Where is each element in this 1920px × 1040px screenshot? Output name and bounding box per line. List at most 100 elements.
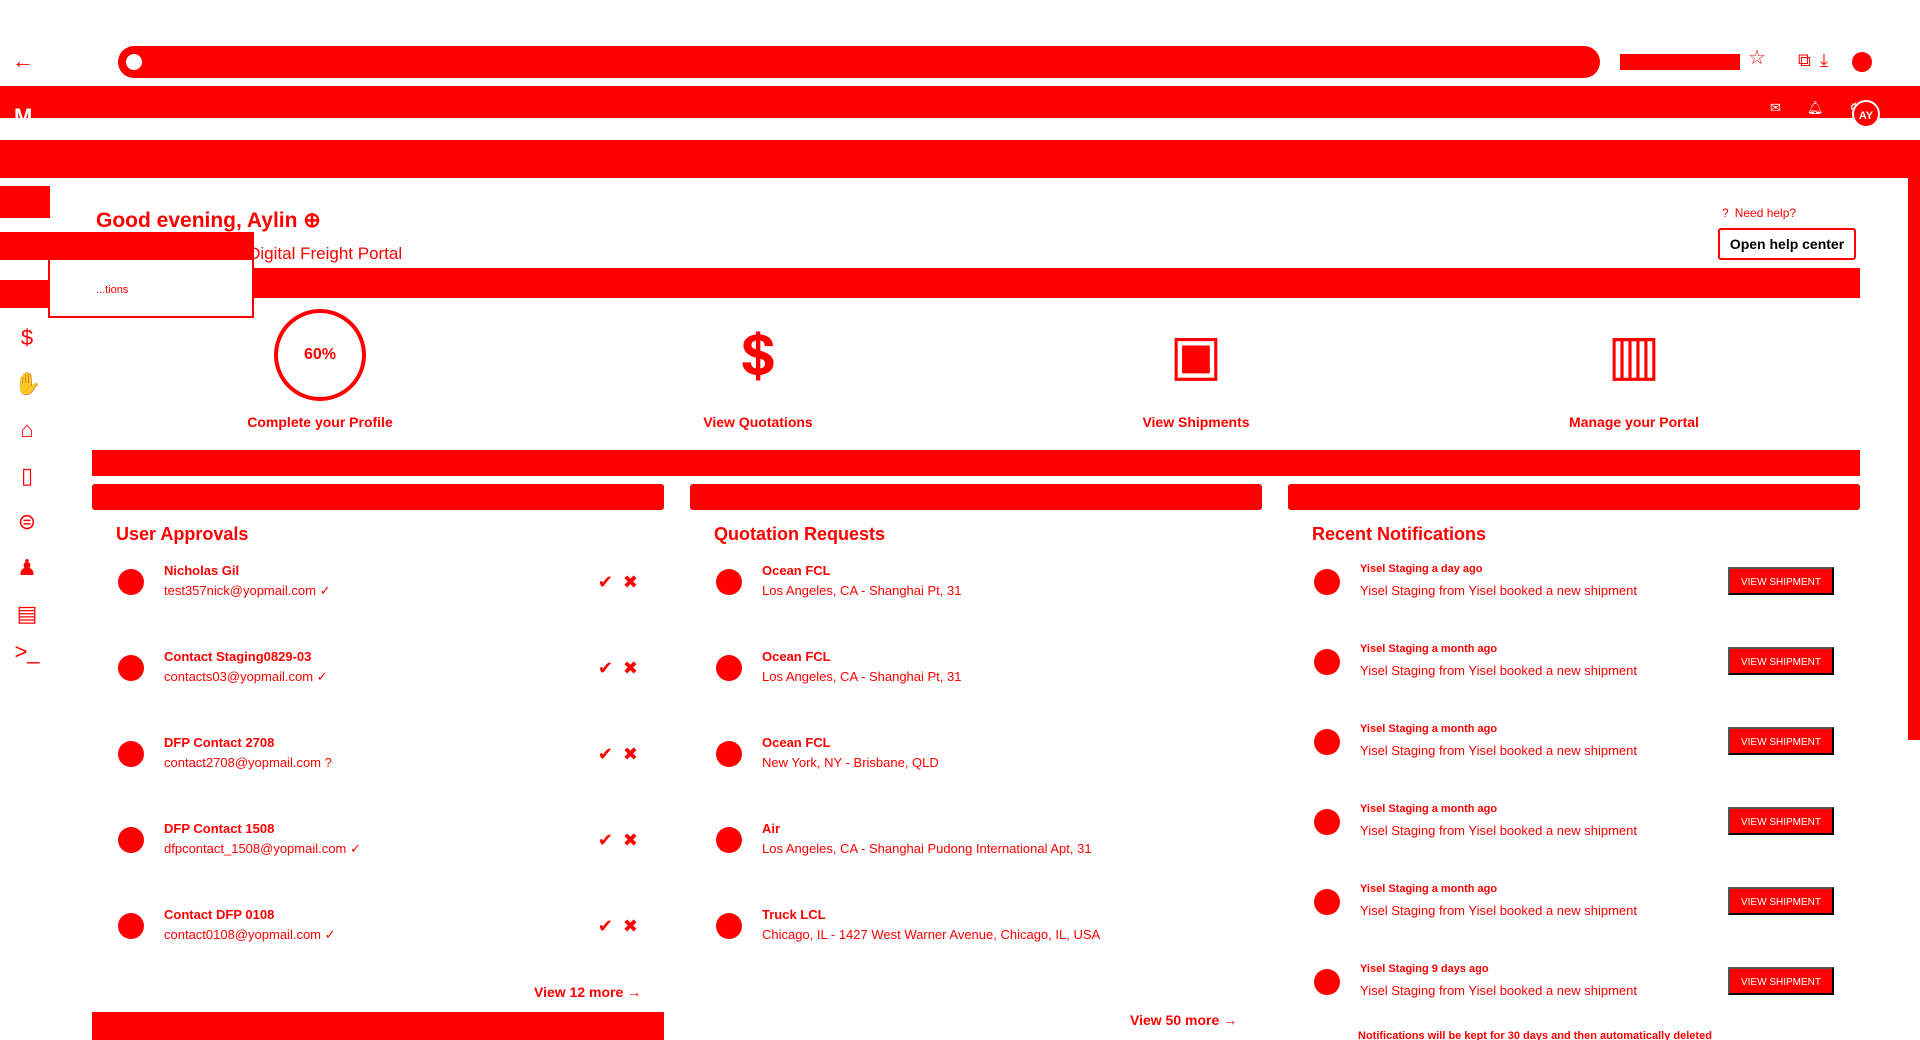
reports-icon[interactable]: ▤: [14, 602, 40, 626]
shipments-icon[interactable]: ⌂: [14, 418, 40, 442]
quote-route: Los Angeles, CA - Shanghai Pt, 31: [762, 669, 962, 684]
approve-icon[interactable]: ✔: [598, 745, 613, 763]
view-shipment-button[interactable]: VIEW SHIPMENT: [1728, 887, 1834, 915]
browser-profile-icon[interactable]: [1852, 52, 1872, 72]
page-scrollbar[interactable]: [1908, 140, 1920, 740]
notification-avatar: [1314, 649, 1340, 675]
site-info-icon[interactable]: [124, 52, 144, 72]
section-divider: [92, 450, 1860, 476]
browser-toolbar: ← ☆ ⧉ ⤓: [0, 0, 1920, 84]
app-logo[interactable]: M: [14, 104, 32, 130]
notifications-footnote: Notifications will be kept for 30 days a…: [1358, 1030, 1712, 1040]
notification-meta: Yisel Staging a month ago: [1360, 643, 1498, 655]
reject-icon[interactable]: ✖: [623, 831, 638, 849]
view-more-label: View 12 more: [534, 984, 624, 1000]
sidebar-item-home[interactable]: [0, 186, 50, 218]
avatar: [118, 827, 144, 853]
app-header: [0, 86, 1920, 118]
mode-icon: [716, 913, 742, 939]
approval-email: contact0108@yopmail.com: [164, 927, 321, 942]
quick-action-profile[interactable]: 60% Complete your Profile: [190, 309, 450, 430]
download-icon[interactable]: ⤓: [1820, 50, 1828, 71]
quick-action-label: Complete your Profile: [247, 414, 393, 430]
card-title: Recent Notifications: [1312, 524, 1487, 544]
approve-icon[interactable]: ✔: [598, 659, 613, 677]
list-item[interactable]: Air Los Angeles, CA - Shanghai Pudong Int…: [690, 817, 1262, 903]
dropdown-item[interactable]: ...tions: [96, 284, 128, 296]
bookmark-star-icon[interactable]: ☆: [1748, 48, 1766, 68]
verified-icon: ?: [324, 755, 332, 770]
view-shipment-button[interactable]: VIEW SHIPMENT: [1728, 967, 1834, 995]
back-arrow-icon[interactable]: ←: [12, 50, 34, 72]
avatar: [118, 569, 144, 595]
notification-item: Yisel Staging a month ago Yisel Staging f…: [1288, 879, 1860, 959]
users-icon[interactable]: ♟: [14, 556, 40, 580]
open-help-center-button[interactable]: Open help center: [1718, 228, 1856, 260]
bell-icon[interactable]: 🔔︎: [1807, 100, 1824, 116]
list-item[interactable]: Ocean FCL Los Angeles, CA - Shanghai Pt, …: [690, 645, 1262, 731]
approve-icon[interactable]: ✔: [598, 573, 613, 591]
approval-actions: ✔ ✖: [598, 745, 638, 763]
reject-icon[interactable]: ✖: [623, 917, 638, 935]
approval-email: dfpcontact_1508@yopmail.com: [164, 841, 347, 856]
chat-icon[interactable]: ✉: [1770, 100, 1781, 116]
card-title: User Approvals: [116, 524, 249, 544]
reject-icon[interactable]: ✖: [623, 573, 638, 591]
view-shipment-button[interactable]: VIEW SHIPMENT: [1728, 727, 1834, 755]
notification-text: Yisel Staging from Yisel booked a new sh…: [1360, 743, 1638, 758]
quick-action-quotations[interactable]: 💲︎ View Quotations: [628, 310, 888, 431]
quotes-icon[interactable]: $: [14, 326, 40, 350]
view-shipment-button[interactable]: VIEW SHIPMENT: [1728, 807, 1834, 835]
list-item[interactable]: Ocean FCL Los Angeles, CA - Shanghai Pt, …: [690, 559, 1262, 645]
extensions-icon[interactable]: ⧉: [1798, 50, 1811, 71]
quick-action-label: View Shipments: [1142, 414, 1250, 430]
notification-text: Yisel Staging from Yisel booked a new sh…: [1360, 663, 1638, 678]
billing-icon[interactable]: ⊜: [14, 510, 40, 534]
quick-action-portal[interactable]: ▥ Manage your Portal: [1504, 310, 1764, 431]
avatar: [118, 913, 144, 939]
documents-icon[interactable]: ▯: [14, 464, 40, 488]
list-item[interactable]: Ocean FCL New York, NY - Brisbane, QLD: [690, 731, 1262, 817]
approval-email-line: contact2708@yopmail.com ?: [164, 755, 332, 770]
user-avatar[interactable]: AY: [1852, 100, 1880, 128]
dropdown-highlight[interactable]: [2, 234, 252, 260]
approval-name: Contact Staging0829-03: [164, 649, 312, 664]
truck-icon: ▣: [1169, 323, 1223, 386]
quote-route: Chicago, IL - 1427 West Warner Avenue, C…: [762, 927, 1101, 942]
dropdown-menu: ...tions: [2, 232, 254, 318]
card-title: Quotation Requests: [714, 524, 886, 544]
approval-name: DFP Contact 2708: [164, 735, 275, 750]
notification-meta: Yisel Staging a month ago: [1360, 723, 1498, 735]
notification-avatar: [1314, 889, 1340, 915]
list-item[interactable]: Truck LCL Chicago, IL - 1427 West Warner …: [690, 903, 1262, 989]
terminal-icon[interactable]: >_: [14, 640, 40, 664]
profile-progress-ring: 60%: [274, 309, 366, 401]
notification-item: Yisel Staging a month ago Yisel Staging f…: [1288, 719, 1860, 799]
approve-icon[interactable]: ✔: [598, 917, 613, 935]
rates-icon[interactable]: ✋: [14, 372, 41, 396]
view-shipment-button[interactable]: VIEW SHIPMENT: [1728, 567, 1834, 595]
avatar: [118, 741, 144, 767]
quote-mode: Ocean FCL: [762, 735, 831, 750]
quick-action-shipments[interactable]: ▣ View Shipments: [1066, 310, 1326, 431]
view-more-approvals-link[interactable]: View 12 more →: [534, 984, 641, 1000]
mode-icon: [716, 827, 742, 853]
card-footer-bar: [92, 1012, 664, 1040]
address-bar-chip[interactable]: [1620, 54, 1740, 70]
card-header: [92, 484, 664, 510]
view-shipment-button[interactable]: VIEW SHIPMENT: [1728, 647, 1834, 675]
page-title: Good evening, Aylin ⊕: [96, 209, 321, 232]
quick-action-label: View Quotations: [703, 414, 813, 430]
reject-icon[interactable]: ✖: [623, 659, 638, 677]
help-prompt: ? Need help?: [1722, 206, 1796, 220]
sidebar-item-active[interactable]: [0, 280, 50, 308]
approval-actions: ✔ ✖: [598, 573, 638, 591]
verified-icon: ✓: [316, 669, 328, 684]
card-header: [690, 484, 1262, 510]
approve-icon[interactable]: ✔: [598, 831, 613, 849]
address-bar[interactable]: [118, 46, 1600, 78]
sidebar: $ ✋ ⌂ ▯ ⊜ ♟ ▤ >_: [0, 178, 50, 1040]
view-more-quotations-link[interactable]: View 50 more →: [1130, 1012, 1237, 1028]
reject-icon[interactable]: ✖: [623, 745, 638, 763]
table-row: Contact Staging0829-03 contacts03@yopmail…: [92, 645, 664, 731]
